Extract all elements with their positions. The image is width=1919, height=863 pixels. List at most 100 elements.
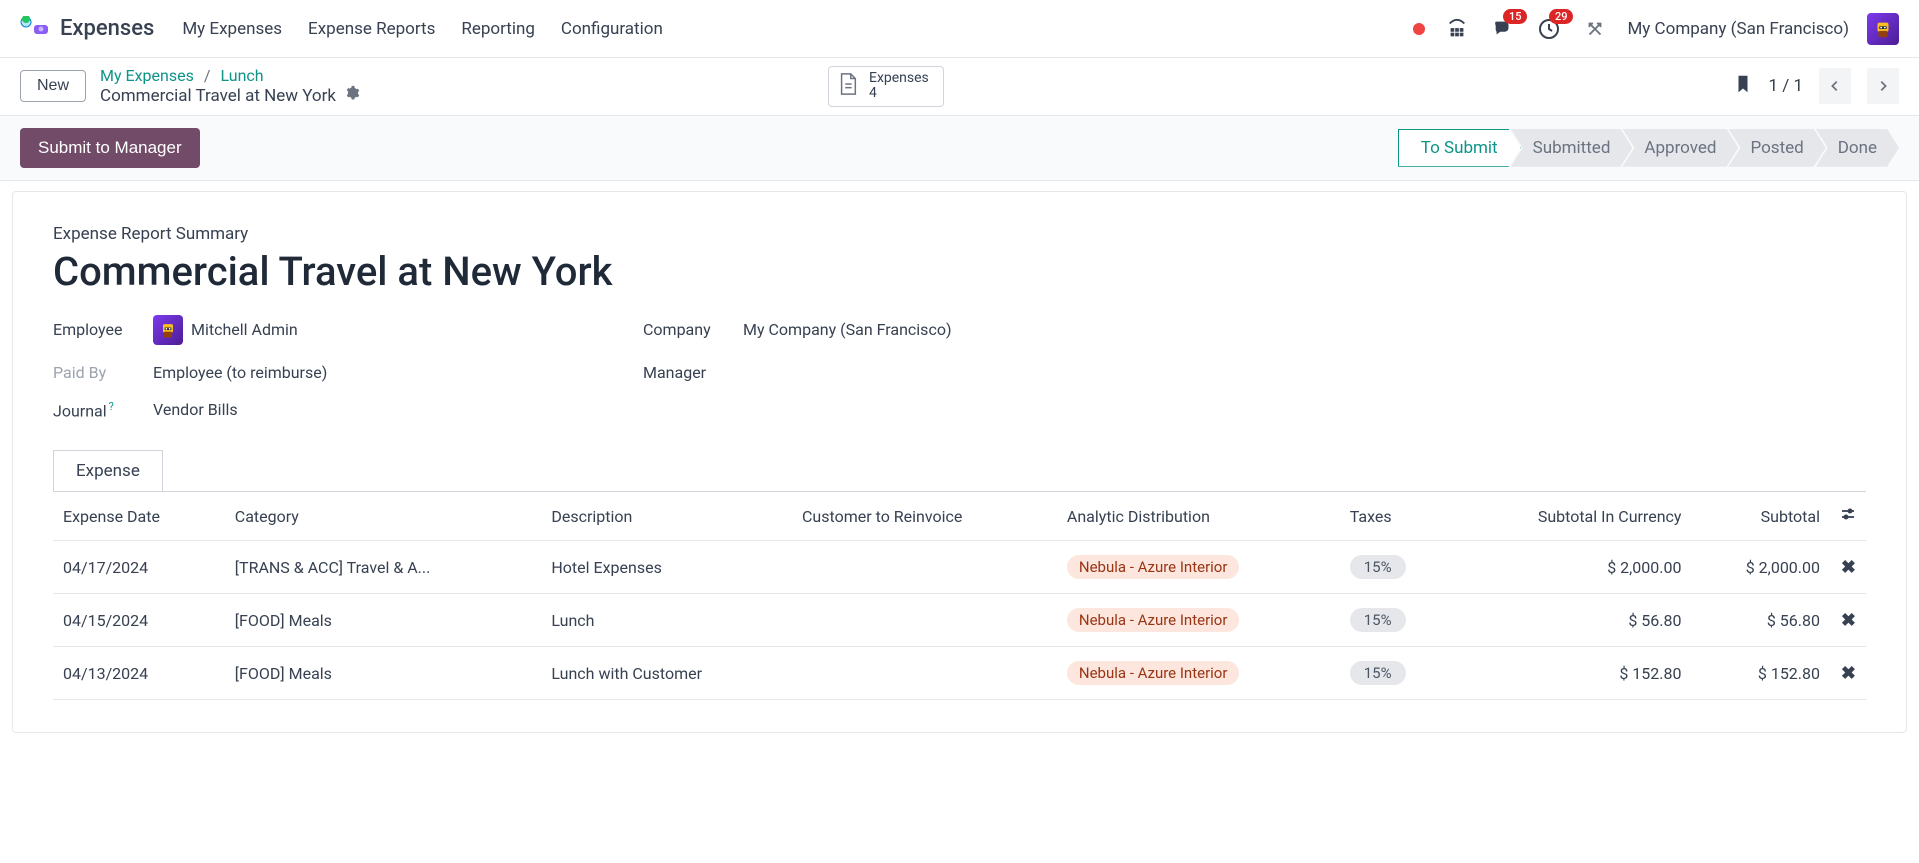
nav-reporting[interactable]: Reporting <box>461 19 535 39</box>
expenses-stat-button[interactable]: Expenses 4 <box>828 66 944 107</box>
breadcrumb-sep: / <box>204 66 211 85</box>
messages-icon[interactable]: 15 <box>1489 15 1517 43</box>
company-selector[interactable]: My Company (San Francisco) <box>1627 19 1849 39</box>
settings-gear-icon[interactable] <box>344 85 360 106</box>
status-posted[interactable]: Posted <box>1728 129 1825 167</box>
pager-area: 1 / 1 <box>1734 68 1899 104</box>
manager-label: Manager <box>643 363 743 382</box>
cell-subtotal[interactable]: $ 56.80 <box>1691 594 1830 647</box>
company-label: Company <box>643 320 743 339</box>
table-row[interactable]: 04/15/2024 [FOOD] Meals Lunch Nebula - A… <box>53 594 1866 647</box>
cell-subtotal[interactable]: $ 152.80 <box>1691 647 1830 700</box>
activities-badge: 29 <box>1549 9 1574 24</box>
form-sheet: Expense Report Summary Commercial Travel… <box>12 191 1907 733</box>
cell-analytic[interactable]: Nebula - Azure Interior <box>1057 647 1340 700</box>
cell-date[interactable]: 04/13/2024 <box>53 647 225 700</box>
cell-date[interactable]: 04/15/2024 <box>53 594 225 647</box>
cell-analytic[interactable]: Nebula - Azure Interior <box>1057 594 1340 647</box>
col-subtotal-currency[interactable]: Subtotal In Currency <box>1451 492 1691 541</box>
nav-my-expenses[interactable]: My Expenses <box>182 19 282 39</box>
analytic-chip[interactable]: Nebula - Azure Interior <box>1067 555 1240 579</box>
activities-icon[interactable]: 29 <box>1535 15 1563 43</box>
tools-icon[interactable] <box>1581 15 1609 43</box>
breadcrumb-title: Commercial Travel at New York <box>100 86 336 106</box>
delete-row-icon[interactable]: ✖ <box>1841 557 1856 578</box>
tax-chip[interactable]: 15% <box>1350 661 1406 685</box>
cell-subtotal-currency[interactable]: $ 2,000.00 <box>1451 541 1691 594</box>
status-to-submit[interactable]: To Submit <box>1398 129 1521 167</box>
delete-row-icon[interactable]: ✖ <box>1841 663 1856 684</box>
help-icon[interactable]: ? <box>109 400 114 413</box>
recording-indicator-icon <box>1413 23 1425 35</box>
status-bar: To Submit Submitted Approved Posted Done <box>1398 129 1899 167</box>
expense-table: Expense Date Category Description Custom… <box>53 492 1866 700</box>
analytic-chip[interactable]: Nebula - Azure Interior <box>1067 661 1240 685</box>
pager-prev-button[interactable] <box>1819 68 1851 104</box>
expenses-label: Expenses <box>869 71 929 86</box>
cell-category[interactable]: [FOOD] Meals <box>225 594 542 647</box>
col-description[interactable]: Description <box>541 492 792 541</box>
employee-name: Mitchell Admin <box>191 320 298 339</box>
columns-adjust-icon[interactable] <box>1840 507 1856 526</box>
topbar-right: 15 29 My Company (San Francisco) <box>1413 13 1899 45</box>
cell-tax[interactable]: 15% <box>1340 594 1451 647</box>
cell-category[interactable]: [TRANS & ACC] Travel & A... <box>225 541 542 594</box>
user-avatar[interactable] <box>1867 13 1899 45</box>
breadcrumb: My Expenses / Lunch Commercial Travel at… <box>100 66 360 106</box>
journal-label: Journal? <box>53 400 153 420</box>
employee-avatar-icon <box>153 315 183 345</box>
pager-text[interactable]: 1 / 1 <box>1768 76 1803 96</box>
cell-tax[interactable]: 15% <box>1340 541 1451 594</box>
top-nav: My Expenses Expense Reports Reporting Co… <box>182 19 663 39</box>
cell-subtotal-currency[interactable]: $ 152.80 <box>1451 647 1691 700</box>
tax-chip[interactable]: 15% <box>1350 608 1406 632</box>
cell-tax[interactable]: 15% <box>1340 647 1451 700</box>
tabs: Expense <box>53 450 1866 491</box>
cell-date[interactable]: 04/17/2024 <box>53 541 225 594</box>
journal-value[interactable]: Vendor Bills <box>153 400 238 419</box>
nav-expense-reports[interactable]: Expense Reports <box>308 19 435 39</box>
submit-to-manager-button[interactable]: Submit to Manager <box>20 128 200 168</box>
paid-by-value[interactable]: Employee (to reimburse) <box>153 363 327 382</box>
analytic-chip[interactable]: Nebula - Azure Interior <box>1067 608 1240 632</box>
company-value[interactable]: My Company (San Francisco) <box>743 320 952 339</box>
table-row[interactable]: 04/17/2024 [TRANS & ACC] Travel & A... H… <box>53 541 1866 594</box>
expenses-count: 4 <box>869 86 929 101</box>
cell-description[interactable]: Hotel Expenses <box>541 541 792 594</box>
tab-expense[interactable]: Expense <box>53 450 163 491</box>
col-date[interactable]: Expense Date <box>53 492 225 541</box>
col-taxes[interactable]: Taxes <box>1340 492 1451 541</box>
cell-customer[interactable] <box>792 647 1057 700</box>
cell-category[interactable]: [FOOD] Meals <box>225 647 542 700</box>
app-icon <box>20 16 50 42</box>
delete-row-icon[interactable]: ✖ <box>1841 610 1856 631</box>
new-button[interactable]: New <box>20 70 86 102</box>
pager-next-button[interactable] <box>1867 68 1899 104</box>
col-analytic[interactable]: Analytic Distribution <box>1057 492 1340 541</box>
cell-subtotal-currency[interactable]: $ 56.80 <box>1451 594 1691 647</box>
page-title[interactable]: Commercial Travel at New York <box>53 248 1866 295</box>
breadcrumb-link-my-expenses[interactable]: My Expenses <box>100 66 194 85</box>
app-title[interactable]: Expenses <box>60 16 154 41</box>
breadcrumb-link-lunch[interactable]: Lunch <box>220 66 263 85</box>
cell-description[interactable]: Lunch with Customer <box>541 647 792 700</box>
dialer-icon[interactable] <box>1443 15 1471 43</box>
col-subtotal[interactable]: Subtotal <box>1691 492 1830 541</box>
status-done[interactable]: Done <box>1816 129 1899 167</box>
bookmark-icon[interactable] <box>1734 73 1752 99</box>
employee-value[interactable]: Mitchell Admin <box>153 315 298 345</box>
cell-customer[interactable] <box>792 541 1057 594</box>
col-customer[interactable]: Customer to Reinvoice <box>792 492 1057 541</box>
cell-description[interactable]: Lunch <box>541 594 792 647</box>
col-category[interactable]: Category <box>225 492 542 541</box>
cell-customer[interactable] <box>792 594 1057 647</box>
nav-configuration[interactable]: Configuration <box>561 19 663 39</box>
status-submitted[interactable]: Submitted <box>1511 129 1633 167</box>
cell-analytic[interactable]: Nebula - Azure Interior <box>1057 541 1340 594</box>
table-row[interactable]: 04/13/2024 [FOOD] Meals Lunch with Custo… <box>53 647 1866 700</box>
status-approved[interactable]: Approved <box>1622 129 1738 167</box>
tax-chip[interactable]: 15% <box>1350 555 1406 579</box>
cell-subtotal[interactable]: $ 2,000.00 <box>1691 541 1830 594</box>
paid-by-label: Paid By <box>53 363 153 382</box>
employee-label: Employee <box>53 320 153 339</box>
